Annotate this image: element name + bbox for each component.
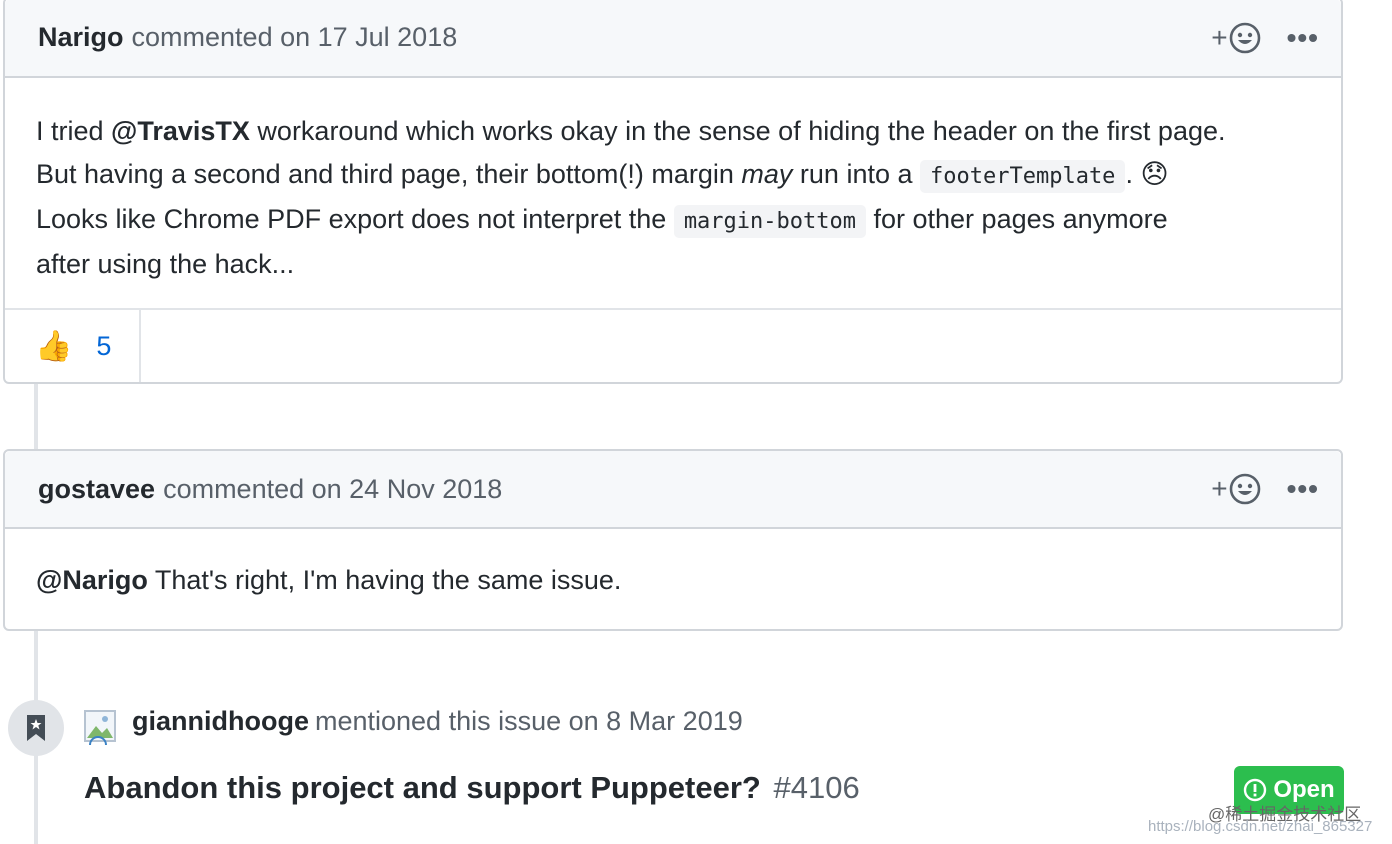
comment-meta[interactable]: commented on 17 Jul 2018	[132, 22, 458, 53]
user-mention-link[interactable]: @TravisTX	[111, 116, 250, 146]
comment-body: I tried @TravisTX workaround which works…	[5, 78, 1341, 310]
comment-meta[interactable]: commented on 24 Nov 2018	[163, 474, 502, 505]
thumbs-up-reaction[interactable]: 👍 5	[5, 310, 141, 382]
issue-opened-icon	[1244, 778, 1267, 802]
thumbs-up-icon: 👍	[35, 329, 73, 363]
more-options-icon[interactable]: •••	[1287, 22, 1319, 54]
more-options-icon[interactable]: •••	[1287, 473, 1319, 505]
event-author[interactable]: giannidhooge	[132, 706, 309, 736]
comment-author[interactable]: gostavee	[38, 474, 155, 505]
inline-code: margin-bottom	[673, 205, 866, 238]
avatar-broken-image-icon[interactable]	[84, 710, 116, 746]
referenced-issue-link[interactable]: Abandon this project and support Puppete…	[84, 770, 860, 806]
body-text: I tried	[36, 116, 112, 146]
comment: Narigo commented on 17 Jul 2018 + ••• I …	[3, 0, 1343, 384]
smiley-icon	[1229, 473, 1260, 505]
body-text: But having a second and third page, thei…	[36, 159, 742, 189]
user-mention-link[interactable]: @Narigo	[36, 565, 148, 595]
smiley-icon	[1229, 22, 1260, 53]
reaction-count: 5	[96, 330, 112, 361]
event-text: mentioned this issue on 8 Mar 2019	[314, 706, 743, 736]
body-text: That's right, I'm having the same issue.	[147, 565, 622, 595]
body-text: workaround which works okay in the sense…	[249, 116, 1226, 146]
comment-header: gostavee commented on 24 Nov 2018 + •••	[5, 451, 1341, 529]
inline-code: footerTemplate	[920, 160, 1126, 193]
body-text: .	[1125, 159, 1141, 189]
issue-number[interactable]: #4106	[773, 770, 859, 805]
comment-actions: + •••	[1211, 0, 1319, 76]
add-reaction-button[interactable]: +	[1211, 22, 1260, 54]
disappointed-emoji: 😞	[1140, 159, 1169, 189]
comment-author[interactable]: Narigo	[38, 22, 124, 53]
bookmark-icon	[27, 715, 45, 741]
add-reaction-button[interactable]: +	[1211, 473, 1260, 505]
body-text: for other pages anymore	[866, 204, 1168, 234]
body-text: after using the hack...	[36, 249, 295, 279]
comment-header: Narigo commented on 17 Jul 2018 + •••	[5, 0, 1341, 78]
body-text: Looks like Chrome PDF export does not in…	[36, 204, 674, 234]
emphasis-text: may	[741, 159, 793, 189]
issue-title[interactable]: Abandon this project and support Puppete…	[84, 770, 761, 805]
comment-body: @Narigo That's right, I'm having the sam…	[5, 529, 1341, 626]
watermark-url: https://blog.csdn.net/zhai_865327	[1148, 818, 1373, 835]
comment: gostavee commented on 24 Nov 2018 + ••• …	[3, 449, 1343, 631]
event-description: giannidhooge mentioned this issue on 8 Ma…	[132, 706, 743, 737]
issue-timeline: Narigo commented on 17 Jul 2018 + ••• I …	[0, 0, 1392, 844]
comment-actions: + •••	[1211, 451, 1319, 527]
body-text: run into a	[792, 159, 920, 189]
reactions-bar: 👍 5	[5, 308, 1341, 382]
event-badge	[8, 700, 64, 756]
